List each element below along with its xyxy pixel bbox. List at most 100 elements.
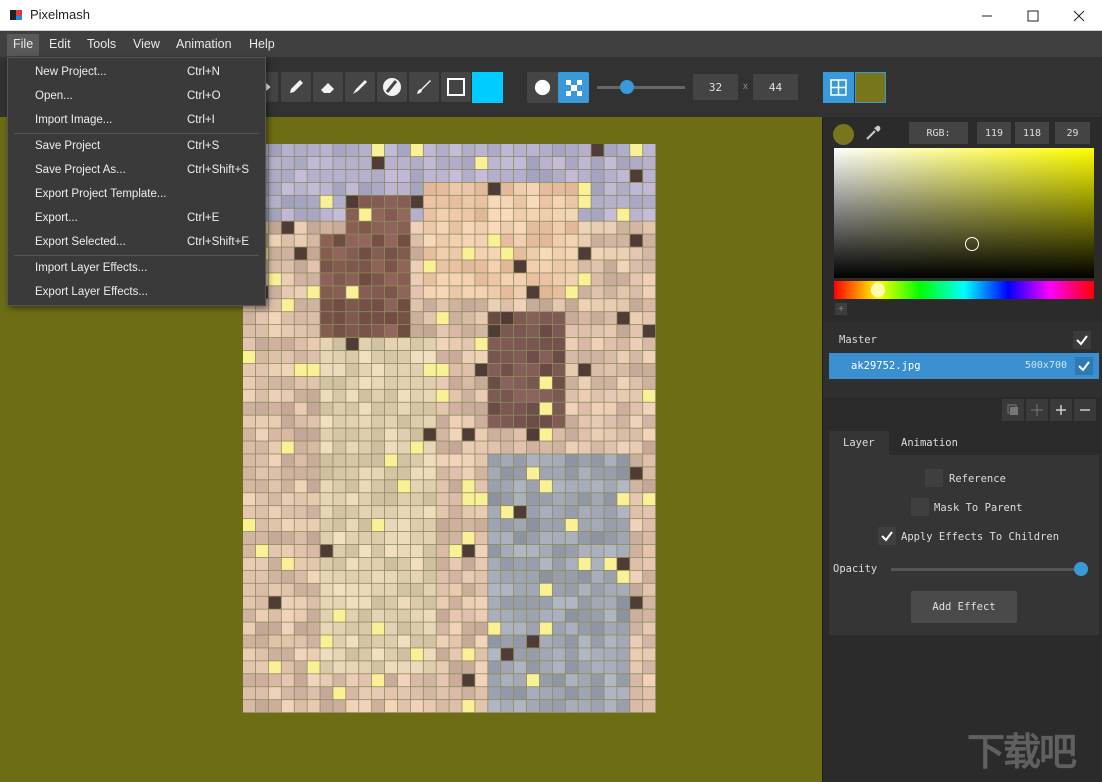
grid-toggle-button[interactable] [823,72,854,103]
menu-help[interactable]: Help [243,34,281,56]
pixel-cell [552,493,565,506]
pixel-cell [565,622,578,635]
tab-layer[interactable]: Layer [829,431,889,455]
green-input[interactable]: 118 [1015,122,1049,144]
pixel-cell [643,454,656,467]
title-bar: Pixelmash [0,0,1102,31]
pixel-cell [346,299,359,312]
menu-item-import-layer-effects[interactable]: Import Layer Effects... [8,257,265,281]
blue-input[interactable]: 29 [1055,122,1090,144]
apply-effects-checkbox[interactable] [878,527,896,545]
add-layer-button[interactable] [1050,399,1072,421]
pixel-cell [243,325,256,338]
pixel-cell [268,156,281,170]
pixel-cell [436,337,449,351]
pixel-cell [307,260,320,273]
menu-item-new-project[interactable]: New Project... Ctrl+N [8,61,265,85]
pixel-cell [643,428,656,441]
color-picker-ring[interactable] [965,237,979,251]
pixel-cell [514,169,527,182]
menu-item-export-layer-effects[interactable]: Export Layer Effects... [8,281,265,305]
menu-item-open[interactable]: Open... Ctrl+O [8,85,265,109]
add-effect-button[interactable]: Add Effect [911,591,1017,623]
rectangle-tool-button[interactable] [441,72,471,102]
pixel-cell [449,337,462,351]
pixel-cell [359,441,372,454]
pixel-cell [475,700,488,713]
move-layer-button[interactable] [1026,399,1048,421]
mask-to-parent-checkbox[interactable] [911,498,929,516]
pixel-cell [294,519,307,532]
menu-item-export[interactable]: Export... Ctrl+E [8,207,265,231]
pixel-cell [410,299,423,312]
menu-item-save-project[interactable]: Save Project Ctrl+S [8,135,265,159]
layer-visibility-checkbox[interactable] [1075,357,1093,375]
color-mode-button[interactable]: RGB: [909,122,968,144]
pixel-cell [372,441,385,454]
opacity-slider[interactable] [891,568,1081,571]
pixel-cell [397,286,410,299]
maximize-button[interactable] [1010,0,1056,31]
tab-animation[interactable]: Animation [887,431,972,455]
pixel-cell [617,195,630,208]
pixel-cell [294,544,307,558]
eraser-tool-button[interactable] [313,72,343,102]
opacity-knob[interactable] [1074,562,1088,576]
add-swatch-button[interactable]: + [835,303,847,315]
pixel-cell [294,635,307,648]
brush-size-knob[interactable] [620,80,634,94]
pixel-cell [526,506,540,519]
current-color-swatch[interactable] [833,124,854,145]
pixel-image[interactable] [243,144,656,713]
pixel-brush-button[interactable] [558,72,589,103]
menu-item-shortcut: Ctrl+E [187,212,220,224]
brush-size-slider[interactable] [597,86,685,89]
pixel-cell [552,635,565,648]
menu-view[interactable]: View [127,34,166,56]
smudge-tool-button[interactable] [409,72,439,102]
duplicate-layer-button[interactable] [1002,399,1024,421]
menu-item-save-project-as[interactable]: Save Project As... Ctrl+Shift+S [8,159,265,183]
saturation-value-picker[interactable] [834,148,1094,278]
red-input[interactable]: 119 [977,122,1011,144]
brush-tool-button[interactable] [345,72,375,102]
pixel-cell [578,169,591,182]
menu-file[interactable]: File [7,34,40,56]
pixel-cell [384,169,398,182]
remove-layer-button[interactable] [1074,399,1096,421]
menu-item-import-image[interactable]: Import Image... Ctrl+I [8,109,265,133]
pixel-cell [333,363,346,376]
eyedropper-icon[interactable] [863,123,883,143]
master-visibility-checkbox[interactable] [1073,331,1091,349]
hue-knob[interactable] [871,283,885,297]
pixel-cell [604,687,617,700]
menu-edit[interactable]: Edit [43,34,77,56]
pixel-cell [359,350,372,364]
pixel-cell [552,544,565,558]
fill-tool-button[interactable] [377,72,407,102]
minimize-button[interactable] [964,0,1010,31]
menu-animation[interactable]: Animation [170,34,238,56]
pixel-cell [475,182,488,195]
active-color-swatch[interactable] [472,72,503,103]
pixel-cell [268,182,281,195]
reference-checkbox[interactable] [925,469,943,487]
pixel-cell [268,312,281,325]
pencil-tool-button[interactable] [281,72,311,102]
pixel-cell [617,208,630,221]
pixel-cell [552,299,565,312]
height-input[interactable]: 44 [753,74,798,100]
pixel-cell [281,273,294,286]
pixel-cell [604,363,617,376]
menu-tools[interactable]: Tools [81,34,122,56]
background-color-button[interactable] [855,72,886,103]
close-button[interactable] [1056,0,1102,31]
menu-item-export-template[interactable]: Export Project Template... [8,183,265,207]
layer-row[interactable]: ak29752.jpg 500x700 [829,353,1099,379]
width-input[interactable]: 32 [693,74,738,100]
pixel-cell [488,389,501,402]
pixel-cell [384,260,398,273]
menu-item-export-selected[interactable]: Export Selected... Ctrl+Shift+E [8,231,265,255]
pixel-cell [501,234,514,247]
round-brush-button[interactable] [527,72,558,103]
